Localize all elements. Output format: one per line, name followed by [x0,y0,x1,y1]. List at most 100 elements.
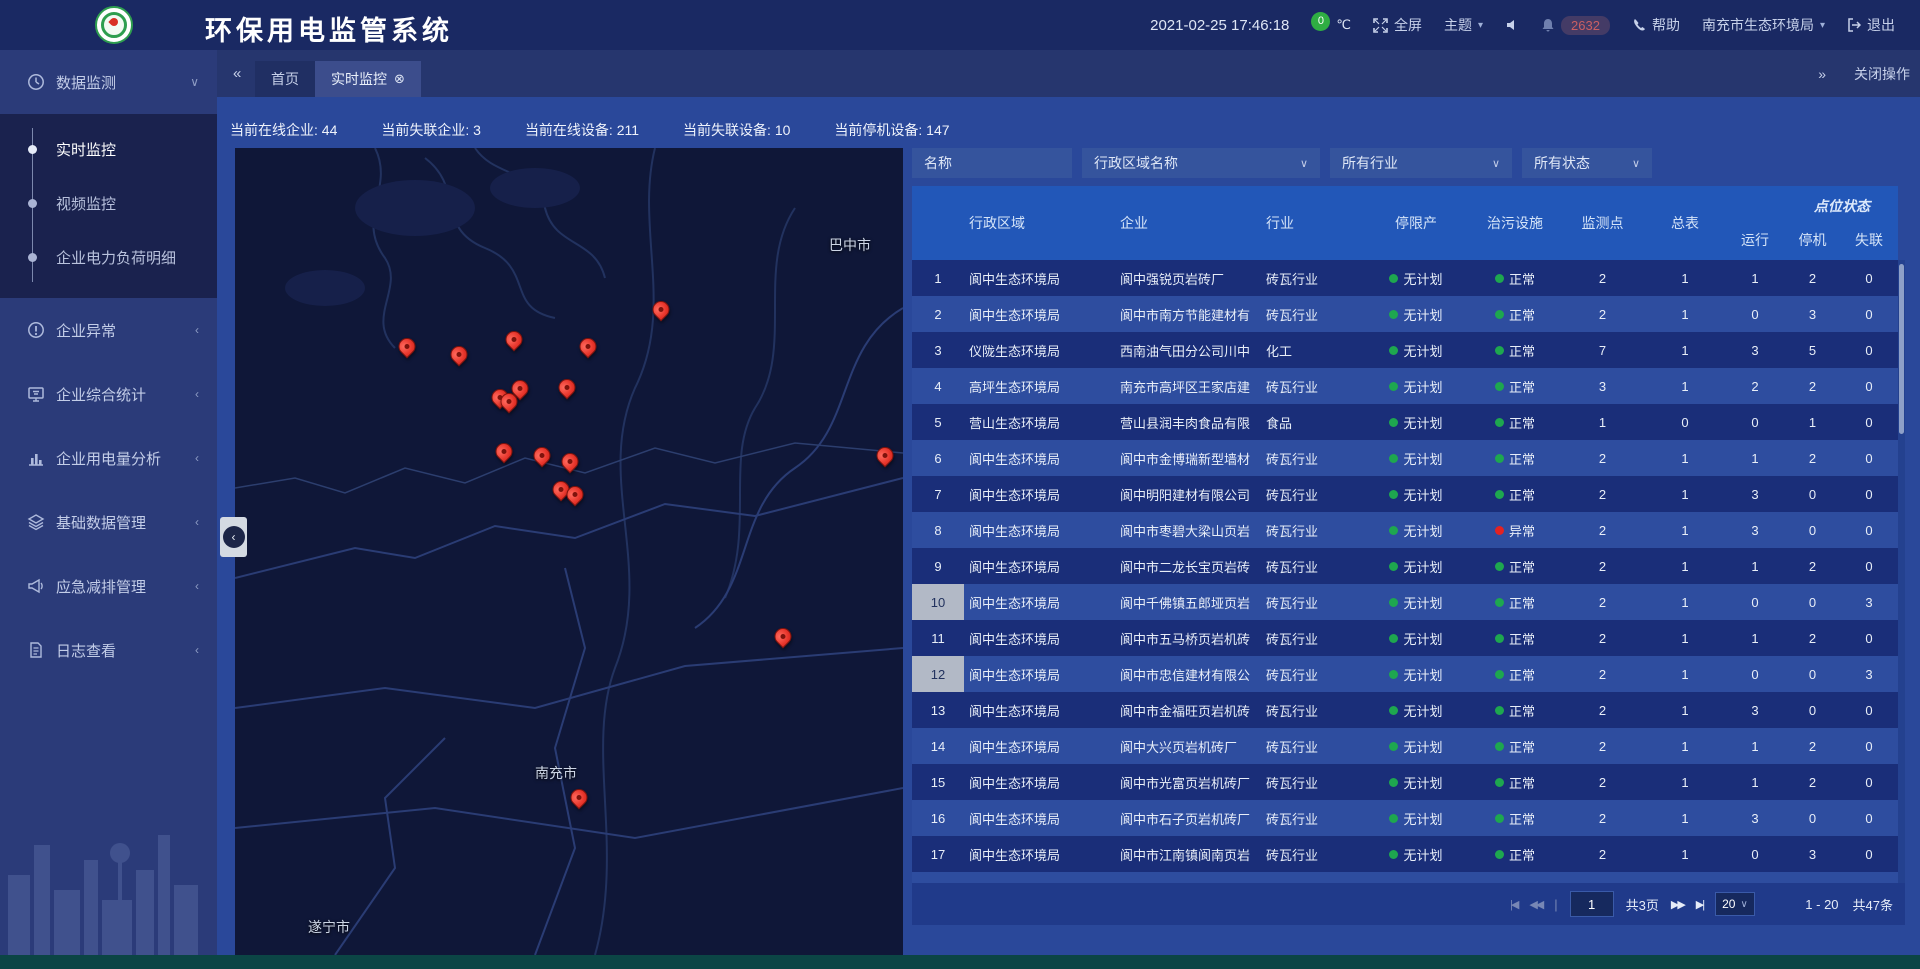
column-header-points: 监测点 [1560,186,1645,260]
cell-stopped: 0 [1785,584,1840,620]
table-row[interactable]: 14阆中生态环境局阆中大兴页岩机砖厂砖瓦行业无计划正常21120 [912,728,1898,764]
cell-stopped: 3 [1785,836,1840,872]
scrollbar-thumb[interactable] [1899,264,1904,434]
table-row[interactable]: 17阆中生态环境局阆中市江南镇阆南页岩砖瓦行业无计划正常21030 [912,836,1898,872]
table-row[interactable]: 16阆中生态环境局阆中市石子页岩机砖厂砖瓦行业无计划正常21300 [912,800,1898,836]
status-dot-icon [1389,778,1398,787]
status-dot-icon [1495,706,1504,715]
page-number-input[interactable] [1570,891,1614,917]
cell-monitor-points: 2 [1560,800,1645,836]
status-text: 正常 [1509,269,1535,288]
cell-facility-status: 正常 [1470,692,1560,728]
org-dropdown[interactable]: 南充市生态环境局 ▾ [1702,15,1825,35]
table-row[interactable]: 10阆中生态环境局阆中千佛镇五郎垭页岩砖瓦行业无计划正常21003 [912,584,1898,620]
cell-offline: 0 [1840,332,1898,368]
cell-industry: 砖瓦行业 [1262,440,1362,476]
cell-facility-status: 正常 [1470,332,1560,368]
cell-limit-status: 无计划 [1362,332,1470,368]
sidebar-subitem-实时监控[interactable]: 实时监控 [0,122,217,176]
sidebar-item-enterprise-abnormal[interactable]: 企业异常‹ [0,298,217,362]
theme-dropdown[interactable]: 主题 ▾ [1444,15,1483,35]
city-skyline-decoration [0,795,217,955]
industry-filter-select[interactable]: 所有行业 ∨ [1330,148,1512,178]
cell-industry: 砖瓦行业 [1262,296,1362,332]
table-row[interactable]: 2阆中生态环境局阆中市南方节能建材有砖瓦行业无计划正常21030 [912,296,1898,332]
column-header-industry: 行业 [1262,186,1362,260]
next-page-button[interactable]: ▶▶ [1671,898,1684,911]
table-row[interactable]: 15阆中生态环境局阆中市光富页岩机砖厂砖瓦行业无计划正常21120 [912,764,1898,800]
logout-button[interactable]: 退出 [1847,15,1895,35]
tabs-scroll-left-button[interactable]: « [233,50,241,97]
cell-running: 3 [1725,512,1785,548]
sidebar-item-log-view[interactable]: 日志查看‹ [0,618,217,682]
cell-monitor-points: 2 [1560,584,1645,620]
sidebar-collapse-toggle[interactable]: ‹ [220,517,247,557]
table-row[interactable]: 4高坪生态环境局南充市高坪区王家店建砖瓦行业无计划正常31220 [912,368,1898,404]
page-size-select[interactable]: 20 ∨ [1715,892,1755,916]
sidebar-item-emergency-reduction[interactable]: 应急减排管理‹ [0,554,217,618]
speaker-button[interactable] [1505,18,1519,32]
sidebar-item-enterprise-statistics[interactable]: 企业综合统计‹ [0,362,217,426]
alert-icon [27,321,45,339]
table-row[interactable]: 9阆中生态环境局阆中市二龙长宝页岩砖砖瓦行业无计划正常21120 [912,548,1898,584]
first-page-button[interactable]: |◀ [1510,898,1517,911]
table-row[interactable]: 3仪陇生态环境局西南油气田分公司川中化工无计划正常71350 [912,332,1898,368]
sidebar-subitem-视频监控[interactable]: 视频监控 [0,176,217,230]
cell-running: 2 [1725,368,1785,404]
region-filter-select[interactable]: 行政区域名称 ∨ [1082,148,1320,178]
fullscreen-button[interactable]: 全屏 [1373,15,1422,35]
cell-offline: 0 [1840,476,1898,512]
tab-首页[interactable]: 首页 [255,61,315,97]
cell-running: 0 [1725,656,1785,692]
cell-region: 阆中生态环境局 [964,764,1107,800]
cell-company: 阆中市五马桥页岩机砖 [1107,620,1262,656]
table-row[interactable]: 12阆中生态环境局阆中市忠信建材有限公砖瓦行业无计划正常21003 [912,656,1898,692]
tab-实时监控[interactable]: 实时监控⊗ [315,61,421,97]
table-row[interactable]: 18南部生态环境局南部县砖化水泥有限公建材行业无计划正常60060 [912,872,1898,883]
cell-company: 阆中市光富页岩机砖厂 [1107,764,1262,800]
previous-page-button[interactable]: ◀◀ [1529,898,1542,911]
help-button[interactable]: 帮助 [1632,15,1680,35]
cell-region: 阆中生态环境局 [964,656,1107,692]
temperature-unit: ℃ [1336,17,1351,33]
cell-industry: 砖瓦行业 [1262,836,1362,872]
map-panel[interactable]: 巴中市南充市遂宁市 [235,148,903,955]
cell-total-meters: 1 [1645,260,1725,296]
cell-stopped: 2 [1785,764,1840,800]
table-row[interactable]: 8阆中生态环境局阆中市枣碧大梁山页岩砖瓦行业无计划异常21300 [912,512,1898,548]
status-filter-select[interactable]: 所有状态 ∨ [1522,148,1652,178]
table-row[interactable]: 13阆中生态环境局阆中市金福旺页岩机砖砖瓦行业无计划正常21300 [912,692,1898,728]
temperature-widget: 0 ℃ [1311,17,1351,33]
notifications-button[interactable]: 2632 [1541,16,1610,35]
status-text: 正常 [1509,701,1535,720]
sidebar-item-base-data[interactable]: 基础数据管理‹ [0,490,217,554]
table-row[interactable]: 5营山生态环境局营山县润丰肉食品有限食品无计划正常10010 [912,404,1898,440]
tab-close-icon[interactable]: ⊗ [394,71,405,87]
cell-company: 营山县润丰肉食品有限 [1107,404,1262,440]
help-label: 帮助 [1652,15,1680,35]
cell-offline: 0 [1840,800,1898,836]
tabs: 首页实时监控⊗ [255,61,421,97]
column-header-company: 企业 [1107,186,1262,260]
table-row[interactable]: 11阆中生态环境局阆中市五马桥页岩机砖砖瓦行业无计划正常21120 [912,620,1898,656]
name-filter-input[interactable] [912,148,1072,178]
tabs-scroll-right-button[interactable]: » [1818,66,1826,82]
table-row[interactable]: 1阆中生态环境局阆中强锐页岩砖厂砖瓦行业无计划正常21120 [912,260,1898,296]
row-index: 12 [912,656,964,692]
sidebar-item-power-analysis[interactable]: 企业用电量分析‹ [0,426,217,490]
table-row[interactable]: 7阆中生态环境局阆中明阳建材有限公司砖瓦行业无计划正常21300 [912,476,1898,512]
table-scrollbar[interactable] [1898,260,1905,883]
last-page-button[interactable]: ▶| [1696,898,1703,911]
sidebar-item-data-monitoring[interactable]: 数据监测∨ [0,50,217,114]
status-counter: 当前在线企业: 44 [230,120,337,140]
industry-filter-value: 所有行业 [1342,153,1398,173]
sidebar-subitem-企业电力负荷明细[interactable]: 企业电力负荷明细 [0,230,217,284]
cell-total-meters: 1 [1645,656,1725,692]
exit-icon [1847,18,1861,32]
sidebar-menu: 数据监测∨ 实时监控视频监控企业电力负荷明细企业异常‹企业综合统计‹企业用电量分析… [0,50,217,682]
table-row[interactable]: 6阆中生态环境局阆中市金博瑞新型墙材砖瓦行业无计划正常21120 [912,440,1898,476]
close-operations-button[interactable]: 关闭操作 [1854,64,1910,84]
cell-industry: 砖瓦行业 [1262,260,1362,296]
status-text: 无计划 [1403,737,1442,756]
cell-facility-status: 正常 [1470,296,1560,332]
